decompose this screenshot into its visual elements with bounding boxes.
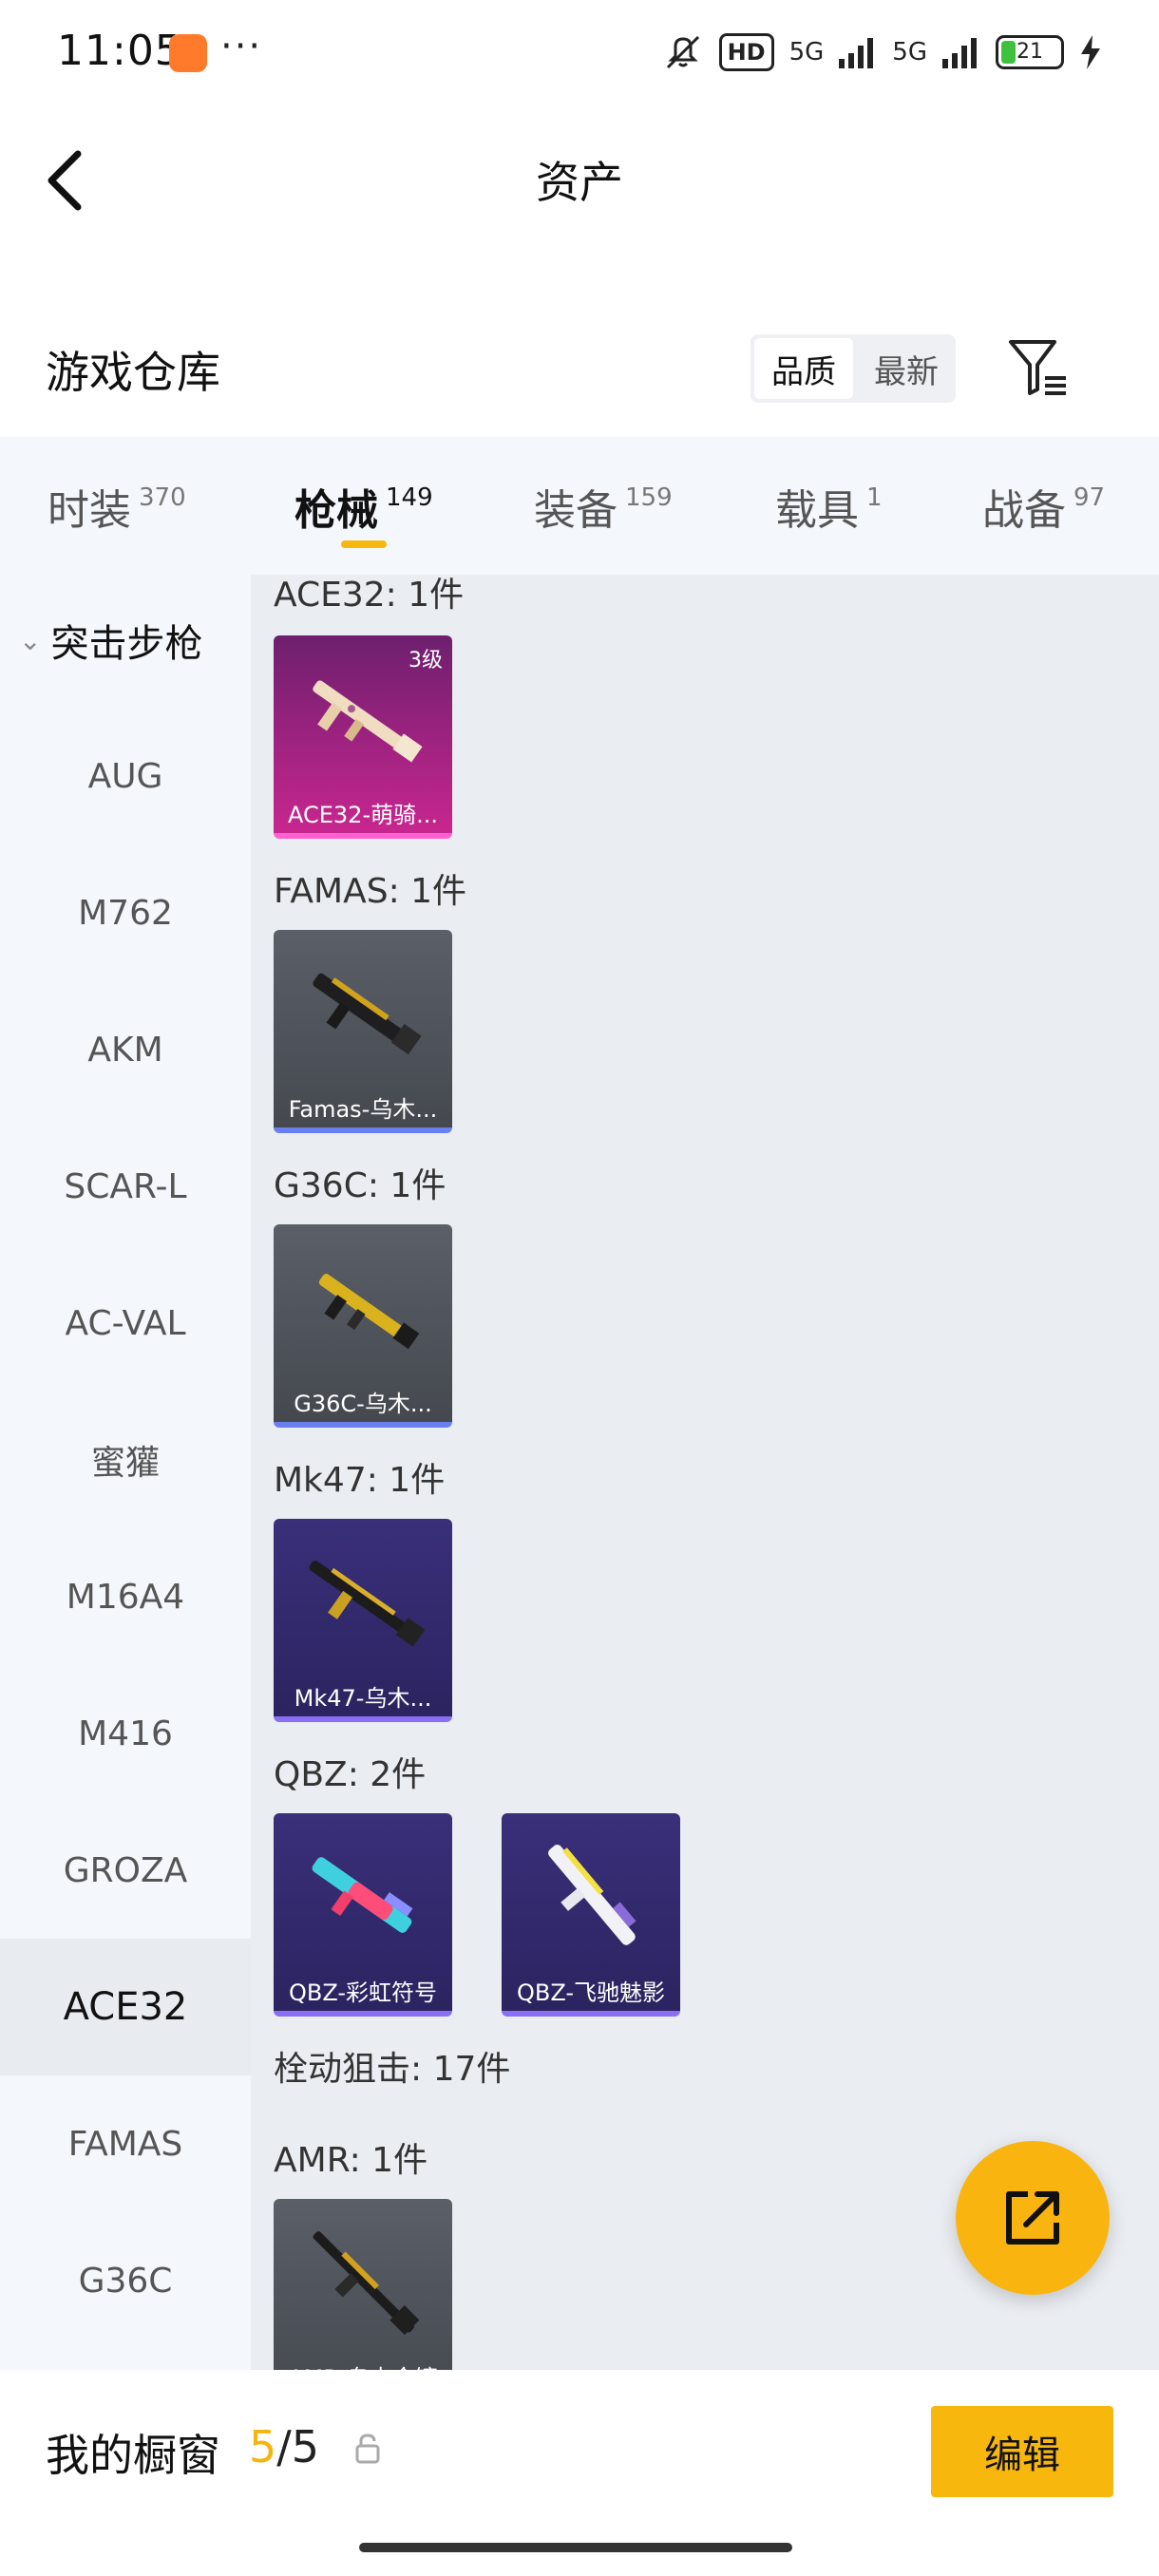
sidebar-item-g36c[interactable]: G36C xyxy=(0,2212,251,2349)
group-label-mk47: Mk47: 1件 xyxy=(274,1461,446,1500)
weapon-card-name: Mk47-乌木... xyxy=(294,1685,432,1712)
status-bar: 11:05 ··· HD 5G 5G 21 xyxy=(0,0,1159,104)
tab-vehicles[interactable]: 载具 1 xyxy=(775,437,883,575)
status-time: 11:05 xyxy=(57,27,182,75)
group-label-famas: FAMAS: 1件 xyxy=(274,872,467,911)
tab-count: 149 xyxy=(386,483,433,512)
tab-label: 战备 xyxy=(982,485,1066,535)
chevron-down-icon: ⌄ xyxy=(19,624,42,656)
mute-icon xyxy=(666,35,699,69)
sidebar-item-ace32[interactable]: ACE32 xyxy=(0,1939,251,2075)
weapon-card-name: ACE32-萌骑... xyxy=(287,802,438,828)
signal-5g-label-1: 5G xyxy=(788,38,825,66)
share-external-icon xyxy=(1006,2191,1059,2245)
sidebar-item-akm[interactable]: AKM xyxy=(0,981,251,1118)
battery-icon: 21 xyxy=(996,35,1064,69)
lock-icon xyxy=(355,2434,380,2464)
sidebar-item-ac-val[interactable]: AC-VAL xyxy=(0,1255,251,1392)
group-label-ace32: ACE32: 1件 xyxy=(274,576,465,615)
rifle-skin-image xyxy=(313,2231,420,2336)
sort-by-quality-button[interactable]: 品质 xyxy=(754,338,853,399)
weapon-list: ACE32: 1件 3级 ACE32-萌骑... FAMAS: 1件 Famas… xyxy=(251,575,1159,2370)
weapon-sidebar: ⌄ 突击步枪 AUG M762 AKM SCAR-L AC-VAL 蜜獾 M16… xyxy=(0,575,251,2370)
weapon-card-name: G36C-乌木... xyxy=(294,1391,432,1417)
weapon-card[interactable]: Mk47-乌木... xyxy=(274,1519,452,1722)
rifle-skin-image xyxy=(309,1561,426,1647)
rifle-skin-image xyxy=(318,1274,420,1350)
weapon-card[interactable]: QBZ-彩虹符号 xyxy=(274,1813,452,2017)
weapon-card[interactable]: QBZ-飞驰魅影 xyxy=(502,1813,680,2017)
sidebar-item-m762[interactable]: M762 xyxy=(0,844,251,981)
rifle-skin-image xyxy=(548,1845,636,1945)
showcase-bar: 我的橱窗 5/5 编辑 xyxy=(0,2370,1159,2576)
weapon-card[interactable]: AMR-乌木金镶 xyxy=(274,2199,452,2370)
category-tabs: 时装 370 枪械 149 装备 159 载具 1 战备 97 xyxy=(0,437,1159,575)
showcase-separator: / xyxy=(276,2421,292,2472)
tab-equipment[interactable]: 装备 159 xyxy=(534,437,673,575)
group-label-qbz: QBZ: 2件 xyxy=(274,1755,427,1794)
sort-by-newest-button[interactable]: 最新 xyxy=(857,334,956,403)
sidebar-section-assault-rifles[interactable]: ⌄ 突击步枪 xyxy=(19,613,202,668)
app-header: 资产 xyxy=(0,104,1159,247)
group-label-bolt-action: 栓动狙击: 17件 xyxy=(274,2050,511,2089)
item-level-badge: 3级 xyxy=(408,649,443,672)
tab-count: 370 xyxy=(139,483,186,512)
tab-count: 159 xyxy=(625,483,673,512)
tab-label: 时装 xyxy=(48,485,131,535)
status-icons: HD 5G 5G 21 xyxy=(662,28,1102,76)
weapon-card-name: QBZ-飞驰魅影 xyxy=(516,1979,666,2006)
sidebar-item-scar-l[interactable]: SCAR-L xyxy=(0,1118,251,1255)
tab-count: 97 xyxy=(1074,483,1106,512)
signal-5g-label-2: 5G xyxy=(892,38,927,66)
sidebar-item-aug[interactable]: AUG xyxy=(0,708,251,844)
home-indicator xyxy=(359,2543,792,2552)
charging-icon xyxy=(1081,35,1100,69)
hd-voice-badge: HD xyxy=(718,33,774,71)
sidebar-section-label: 突击步枪 xyxy=(50,622,203,666)
weapon-card-name: Famas-乌木... xyxy=(288,1096,438,1123)
signal-icon xyxy=(942,38,977,68)
group-label-amr: AMR: 1件 xyxy=(274,2141,428,2180)
more-notifications-icon: ··· xyxy=(220,25,263,68)
signal-icon xyxy=(839,38,874,68)
tab-count: 1 xyxy=(866,483,883,512)
tab-fashion[interactable]: 时装 370 xyxy=(48,437,186,575)
edit-button[interactable]: 编辑 xyxy=(931,2406,1113,2497)
sidebar-item-m416[interactable]: M416 xyxy=(0,1665,251,1802)
weapon-card-name: AMR-乌木金镶 xyxy=(274,2359,452,2370)
rifle-skin-image xyxy=(313,680,423,763)
weapon-card[interactable]: G36C-乌木... xyxy=(274,1224,452,1428)
sidebar-item-famas[interactable]: FAMAS xyxy=(0,2075,251,2212)
filter-icon[interactable] xyxy=(1007,336,1070,399)
weapon-card-name: QBZ-彩虹符号 xyxy=(288,1979,438,2006)
group-label-g36c: G36C: 1件 xyxy=(274,1166,446,1205)
active-tab-indicator xyxy=(341,540,387,548)
weapon-card[interactable]: Famas-乌木... xyxy=(274,930,452,1133)
rifle-skin-image xyxy=(312,1857,413,1933)
warehouse-title: 游戏仓库 xyxy=(46,347,220,398)
battery-level: 21 xyxy=(1016,40,1043,64)
tab-label: 枪械 xyxy=(294,485,378,535)
page-title: 资产 xyxy=(536,157,623,208)
showcase-count: 5/5 xyxy=(249,2421,319,2472)
sidebar-item-groza[interactable]: GROZA xyxy=(0,1802,251,1939)
showcase-max: 5 xyxy=(291,2421,320,2472)
showcase-label: 我的橱窗 xyxy=(46,2430,220,2481)
share-button[interactable] xyxy=(956,2141,1110,2295)
showcase-current: 5 xyxy=(249,2421,277,2472)
tab-firearms[interactable]: 枪械 149 xyxy=(294,437,433,575)
tab-supplies[interactable]: 战备 97 xyxy=(982,437,1105,575)
weapon-card[interactable]: 3级 ACE32-萌骑... xyxy=(274,635,452,839)
sidebar-item-honey-badger[interactable]: 蜜獾 xyxy=(0,1392,251,1528)
rifle-skin-image xyxy=(313,973,422,1055)
sort-toggle: 品质 最新 xyxy=(750,334,956,403)
tab-label: 装备 xyxy=(534,485,618,535)
tab-label: 载具 xyxy=(775,485,859,535)
sidebar-item-m16a4[interactable]: M16A4 xyxy=(0,1528,251,1665)
notification-app-icon xyxy=(169,34,207,72)
